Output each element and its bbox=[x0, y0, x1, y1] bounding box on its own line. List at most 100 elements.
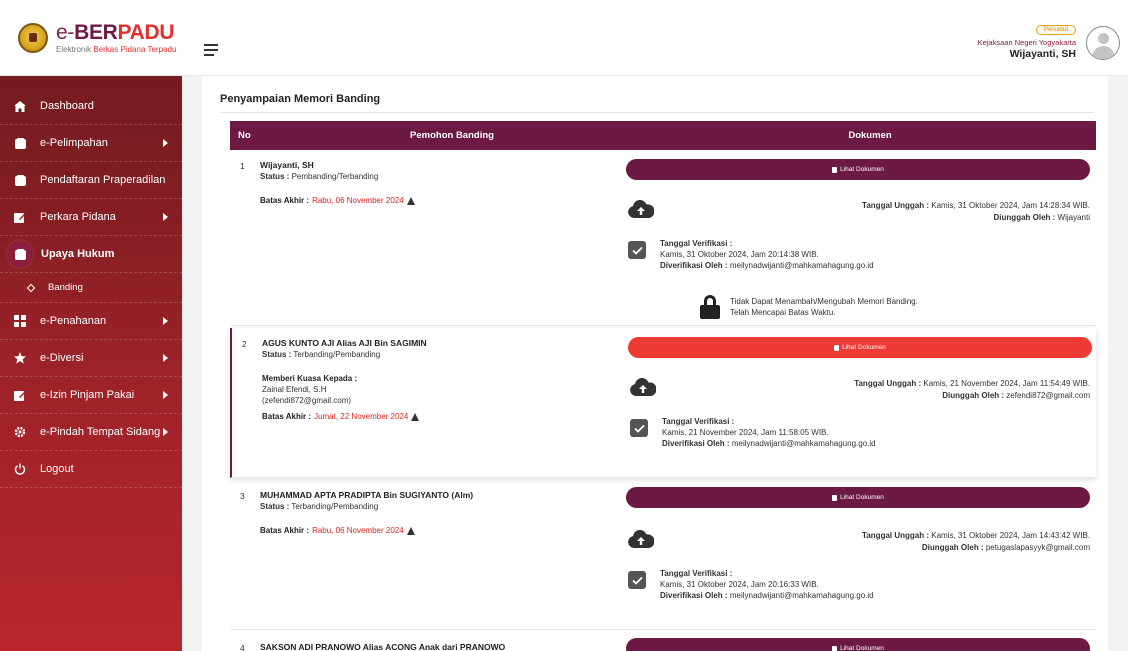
user-info[interactable]: Penuntut Kejaksaan Negeri Yogyakarta Wij… bbox=[978, 18, 1076, 60]
row-number: 2 bbox=[242, 339, 247, 349]
row-number: 3 bbox=[240, 491, 245, 501]
table-row: 4 SAKSON ADI PRANOWO Alias ACONG Anak da… bbox=[230, 632, 1096, 651]
sidebar-item-perkara-pidana[interactable]: Perkara Pidana bbox=[0, 199, 182, 236]
row-number: 4 bbox=[240, 643, 245, 651]
upload-info: Tanggal Unggah : Kamis, 31 Oktober 2024,… bbox=[862, 201, 1090, 222]
lihat-dokumen-button[interactable]: Lihat Dokumen bbox=[626, 159, 1090, 180]
sidebar-menu: Dashboard e-Pelimpahan Pendaftaran Prape… bbox=[0, 76, 182, 488]
sidebar-item-label: e-Pindah Tempat Sidang bbox=[40, 426, 161, 438]
table-row: 3 MUHAMMAD APTA PRADIPTA Bin SUGIYANTO (… bbox=[230, 480, 1096, 630]
main-content: Penyampaian Memori Banding No Pemohon Ba… bbox=[182, 76, 1128, 651]
sidebar-item-dashboard[interactable]: Dashboard bbox=[0, 88, 182, 125]
folder-icon bbox=[14, 137, 26, 149]
cloud-upload-icon bbox=[630, 378, 656, 396]
locked-notice: Tidak Dapat Menambah/Mengubah Memori Ban… bbox=[700, 295, 918, 319]
batas-akhir: Batas Akhir : Rabu, 06 November 2024 bbox=[260, 196, 415, 205]
sidebar-item-label: e-Penahanan bbox=[40, 315, 107, 327]
top-header: Penuntut Kejaksaan Negeri Yogyakarta Wij… bbox=[182, 0, 1128, 76]
user-name: Wijayanti, SH bbox=[1009, 48, 1076, 60]
verification-info: Tanggal Verifikasi : Kamis, 21 November … bbox=[662, 417, 876, 448]
sidebar-subitem-banding[interactable]: Banding bbox=[0, 273, 182, 303]
sidebar-item-e-pindah-tempat-sidang[interactable]: e-Pindah Tempat Sidang bbox=[0, 414, 182, 451]
lihat-dokumen-button[interactable]: Lihat Dokumen bbox=[626, 487, 1090, 508]
brand-subtitle: Elektronik Berkas Pidana Terpadu bbox=[56, 44, 177, 54]
document-icon bbox=[834, 344, 840, 351]
pemohon-name: SAKSON ADI PRANOWO Alias ACONG Anak dari… bbox=[260, 642, 506, 651]
cloud-upload-icon bbox=[628, 530, 654, 548]
sidebar-item-e-pelimpahan[interactable]: e-Pelimpahan bbox=[0, 125, 182, 162]
column-header-pemohon: Pemohon Banding bbox=[410, 130, 494, 141]
table-header: No Pemohon Banding Dokumen bbox=[230, 121, 1096, 150]
lihat-dokumen-button[interactable]: Lihat Dokumen bbox=[628, 337, 1092, 358]
sidebar-item-label: Pendaftaran Praperadilan bbox=[40, 174, 166, 186]
sidebar-item-e-izin-pinjam-pakai[interactable]: e-Izin Pinjam Pakai bbox=[0, 377, 182, 414]
home-icon bbox=[14, 100, 26, 112]
chevron-right-icon bbox=[163, 213, 168, 221]
verified-check-icon bbox=[628, 571, 646, 589]
chevron-right-icon bbox=[163, 391, 168, 399]
kuasa-label: Memberi Kuasa Kepada : bbox=[262, 374, 358, 383]
folder-icon bbox=[7, 241, 33, 267]
role-badge: Penuntut bbox=[1035, 25, 1076, 35]
sidebar-item-label: Dashboard bbox=[40, 100, 94, 112]
table-row: 2 AGUS KUNTO AJI Alias AJI Bin SAGIMIN S… bbox=[230, 328, 1096, 478]
brand-title: e-BERPADU bbox=[56, 20, 175, 44]
pemohon-status: Status : Terbanding/Pembanding bbox=[262, 350, 381, 359]
sidebar-item-pendaftaran-praperadilan[interactable]: Pendaftaran Praperadilan bbox=[0, 162, 182, 199]
pemohon-name: Wijayanti, SH bbox=[260, 160, 314, 170]
page-title: Penyampaian Memori Banding bbox=[220, 93, 381, 105]
column-header-dokumen: Dokumen bbox=[848, 130, 892, 141]
kuasa-name: Zainal Efendi, S.H bbox=[262, 385, 327, 394]
sidebar-item-upaya-hukum[interactable]: Upaya Hukum bbox=[0, 236, 182, 273]
sidebar-item-e-penahanan[interactable]: e-Penahanan bbox=[0, 303, 182, 340]
warning-icon bbox=[411, 412, 420, 421]
power-icon bbox=[14, 463, 26, 475]
lock-icon bbox=[700, 295, 720, 319]
lihat-dokumen-button[interactable]: Lihat Dokumen bbox=[626, 638, 1090, 651]
sidebar: e-BERPADU Elektronik Berkas Pidana Terpa… bbox=[0, 0, 182, 651]
table-row: 1 Wijayanti, SH Status : Pembanding/Terb… bbox=[230, 150, 1096, 326]
sidebar-item-label: e-Pelimpahan bbox=[40, 137, 108, 149]
pemohon-status: Status : Pembanding/Terbanding bbox=[260, 172, 379, 181]
star-icon bbox=[14, 352, 26, 364]
cloud-upload-icon bbox=[628, 200, 654, 218]
batas-akhir: Batas Akhir : Jumat, 22 November 2024 bbox=[262, 412, 420, 421]
chevron-right-icon bbox=[163, 428, 168, 436]
content-card: Penyampaian Memori Banding No Pemohon Ba… bbox=[202, 76, 1108, 651]
sidebar-subitem-label: Banding bbox=[48, 282, 83, 293]
column-header-no: No bbox=[238, 130, 251, 141]
upload-info: Tanggal Unggah : Kamis, 21 November 2024… bbox=[854, 379, 1090, 400]
sidebar-item-logout[interactable]: Logout bbox=[0, 451, 182, 488]
gear-icon bbox=[14, 426, 26, 438]
hamburger-menu-icon[interactable] bbox=[204, 44, 218, 59]
warning-icon bbox=[406, 526, 415, 535]
pencil-square-icon bbox=[14, 211, 26, 223]
chevron-right-icon bbox=[163, 139, 168, 147]
avatar[interactable] bbox=[1086, 26, 1120, 60]
sidebar-item-label: e-Diversi bbox=[40, 352, 84, 364]
pencil-square-icon bbox=[14, 389, 26, 401]
verified-check-icon bbox=[628, 241, 646, 259]
kejaksaan-logo bbox=[18, 22, 48, 53]
diamond-icon bbox=[26, 283, 36, 292]
document-icon bbox=[832, 494, 838, 501]
pemohon-name: AGUS KUNTO AJI Alias AJI Bin SAGIMIN bbox=[262, 338, 427, 348]
verification-info: Tanggal Verifikasi : Kamis, 31 Oktober 2… bbox=[660, 239, 874, 270]
row-number: 1 bbox=[240, 161, 245, 171]
document-icon bbox=[832, 645, 838, 651]
kuasa-email: (zefendi872@gmail.com) bbox=[262, 396, 352, 405]
pemohon-status: Status : Terbanding/Pembanding bbox=[260, 502, 379, 511]
chevron-right-icon bbox=[163, 354, 168, 362]
user-organization: Kejaksaan Negeri Yogyakarta bbox=[977, 38, 1076, 47]
sidebar-item-e-diversi[interactable]: e-Diversi bbox=[0, 340, 182, 377]
grid-icon bbox=[14, 315, 26, 327]
sidebar-item-label: e-Izin Pinjam Pakai bbox=[40, 389, 135, 401]
warning-icon bbox=[406, 196, 415, 205]
document-icon bbox=[832, 166, 838, 173]
batas-akhir: Batas Akhir : Rabu, 06 November 2024 bbox=[260, 526, 415, 535]
brand-header[interactable]: e-BERPADU Elektronik Berkas Pidana Terpa… bbox=[0, 0, 182, 76]
folder-icon bbox=[14, 174, 26, 186]
sidebar-item-label: Logout bbox=[40, 463, 74, 475]
verified-check-icon bbox=[630, 419, 648, 437]
chevron-right-icon bbox=[163, 317, 168, 325]
